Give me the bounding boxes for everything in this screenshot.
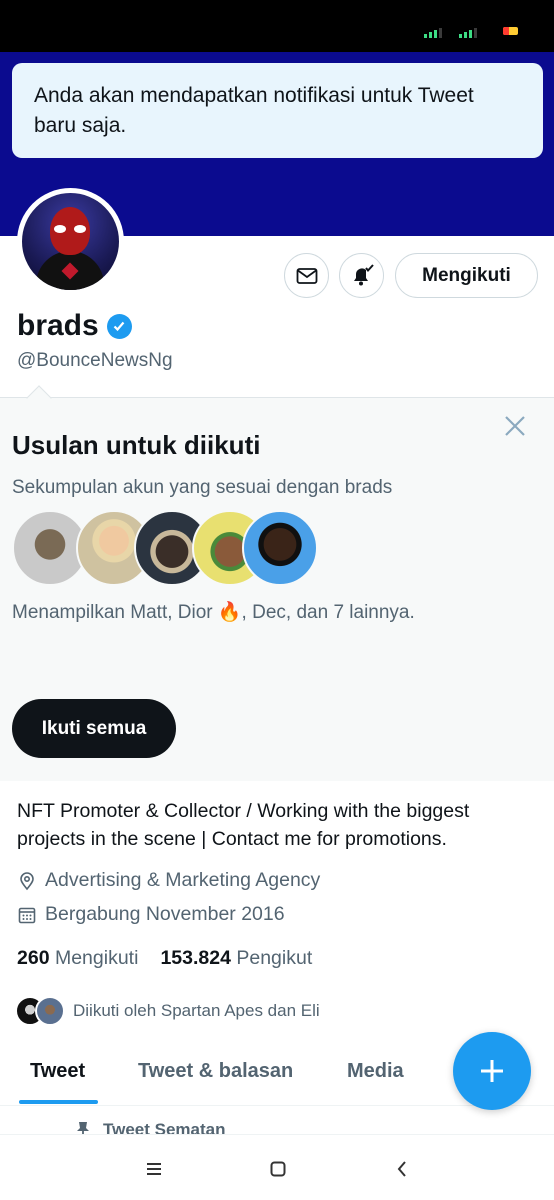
profile-joined: Bergabung November 2016 <box>45 903 285 925</box>
active-tab-indicator <box>19 1100 98 1104</box>
profile-joined-row: Bergabung November 2016 <box>17 903 285 926</box>
recent-apps-button[interactable] <box>140 1155 168 1183</box>
suggestions-subtitle: Sekumpulan akun yang sesuai dengan brads <box>12 477 393 498</box>
home-button[interactable] <box>264 1155 292 1183</box>
followed-by-text: Diikuti oleh Spartan Apes dan Eli <box>73 1001 320 1020</box>
message-button[interactable] <box>284 253 329 298</box>
menu-lines-icon <box>147 1163 161 1175</box>
notification-toggle-button[interactable] <box>339 253 384 298</box>
location-pin-icon <box>20 871 34 890</box>
bell-check-icon <box>353 263 374 285</box>
signal-icon <box>424 28 442 38</box>
tab-tweets-replies[interactable]: Tweet & balasan <box>138 1060 293 1083</box>
profile-stats: 260 Mengikuti 153.824 Pengikut <box>17 947 312 970</box>
followed-by-avatars <box>15 996 65 1026</box>
mail-icon <box>296 267 317 284</box>
followers-count: 153.824 <box>160 947 231 969</box>
following-count: 260 <box>17 947 50 969</box>
avatar[interactable] <box>17 188 124 295</box>
following-link[interactable]: 260 Mengikuti <box>17 947 138 970</box>
battery-icon <box>503 27 518 35</box>
compose-tweet-button[interactable] <box>453 1032 531 1110</box>
profile-bio: NFT Promoter & Collector / Working with … <box>17 800 470 850</box>
tab-media[interactable]: Media <box>347 1060 404 1083</box>
home-square-icon <box>270 1161 286 1177</box>
follow-all-button[interactable]: Ikuti semua <box>12 699 176 758</box>
following-label: Mengikuti <box>54 947 139 969</box>
signal-icon-2 <box>459 28 477 38</box>
follower-avatar <box>35 996 65 1026</box>
followers-label: Pengikut <box>236 947 313 969</box>
profile-name: brads <box>17 309 99 342</box>
profile-category: Advertising & Marketing Agency <box>45 869 321 891</box>
back-button[interactable] <box>388 1155 416 1183</box>
followers-link[interactable]: 153.824 Pengikut <box>160 947 312 970</box>
status-bar <box>0 0 554 52</box>
calendar-icon <box>18 907 36 923</box>
close-suggestions-button[interactable] <box>502 413 528 439</box>
avatar-image <box>22 193 119 290</box>
following-button[interactable]: Mengikuti <box>395 253 538 298</box>
profile-category-row: Advertising & Marketing Agency <box>17 869 320 892</box>
profile-name-row: brads <box>17 309 132 343</box>
verified-badge-icon <box>106 313 132 339</box>
suggested-avatar-person[interactable] <box>242 510 318 586</box>
tab-tweets[interactable]: Tweet <box>30 1060 85 1083</box>
toast-message: Anda akan mendapatkan notifikasi untuk T… <box>34 84 474 137</box>
plus-icon <box>481 1060 503 1082</box>
suggestions-description: Menampilkan Matt, Dior 🔥, Dec, dan 7 lai… <box>12 602 415 623</box>
followed-by-row[interactable]: Diikuti oleh Spartan Apes dan Eli <box>15 996 320 1026</box>
notification-toast: Anda akan mendapatkan notifikasi untuk T… <box>12 63 543 158</box>
close-icon <box>505 416 525 436</box>
system-nav-bar <box>0 1134 554 1200</box>
suggestions-title: Usulan untuk diikuti <box>12 430 261 460</box>
suggested-avatars[interactable] <box>12 510 332 588</box>
profile-handle: @BounceNewsNg <box>17 350 173 371</box>
chevron-left-icon <box>397 1161 406 1177</box>
